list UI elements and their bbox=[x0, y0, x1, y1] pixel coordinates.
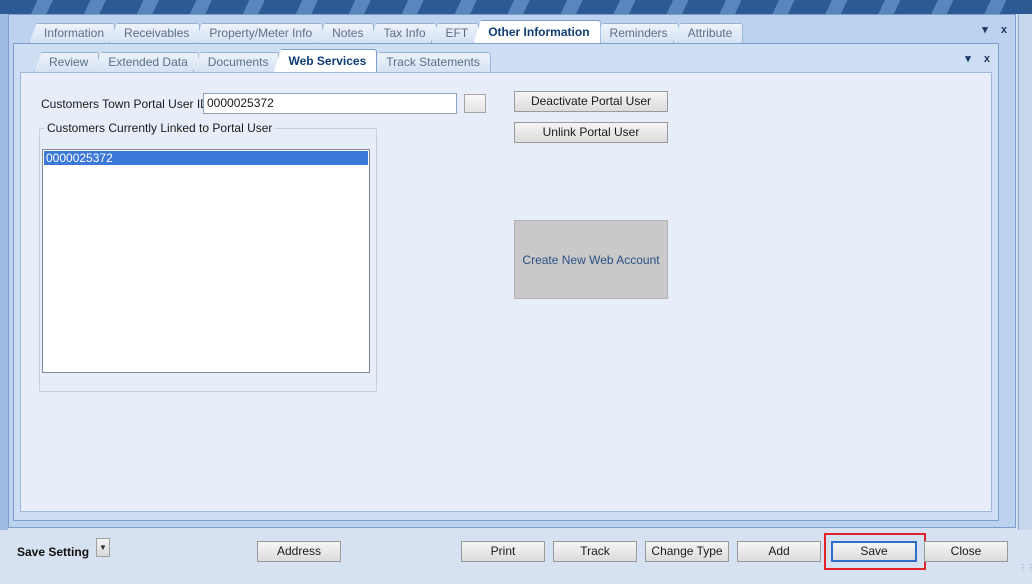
unlink-portal-user-button[interactable]: Unlink Portal User bbox=[514, 122, 668, 143]
tab-attribute[interactable]: Attribute bbox=[672, 23, 744, 43]
address-button[interactable]: Address bbox=[257, 541, 341, 562]
other-information-panel: Review Extended Data Documents Web Servi… bbox=[13, 43, 999, 521]
inner-tab-strip: Review Extended Data Documents Web Servi… bbox=[34, 49, 491, 72]
tab-eft[interactable]: EFT bbox=[430, 23, 480, 43]
linked-users-list[interactable]: 0000025372 bbox=[42, 149, 370, 373]
print-button[interactable]: Print bbox=[461, 541, 545, 562]
outer-panel-controls: ▾ x bbox=[972, 23, 1007, 36]
inner-tab-list-dropdown-icon[interactable]: ▾ bbox=[965, 53, 971, 65]
close-tab-icon[interactable]: x bbox=[1001, 24, 1007, 36]
portal-user-id-label: Customers Town Portal User ID: bbox=[41, 97, 213, 111]
inner-panel-controls: ▾ x bbox=[955, 52, 990, 65]
tab-track-statements[interactable]: Track Statements bbox=[371, 52, 491, 72]
resize-grip-icon[interactable]: ⋮⋮ bbox=[1019, 564, 1032, 580]
customer-detail-panel: Information Receivables Property/Meter I… bbox=[8, 14, 1016, 528]
inner-close-tab-icon[interactable]: x bbox=[984, 53, 990, 65]
window-right-frame bbox=[1018, 14, 1032, 530]
tab-reminders[interactable]: Reminders bbox=[594, 23, 679, 43]
portal-user-id-input[interactable]: 0000025372 bbox=[203, 93, 457, 114]
save-setting-dropdown-icon[interactable]: ▼ bbox=[96, 538, 110, 557]
tab-review[interactable]: Review bbox=[34, 52, 100, 72]
save-button[interactable]: Save bbox=[831, 541, 917, 562]
tab-tax-info[interactable]: Tax Info bbox=[368, 23, 437, 43]
tab-documents[interactable]: Documents bbox=[192, 52, 280, 72]
tab-list-dropdown-icon[interactable]: ▾ bbox=[982, 24, 988, 36]
track-button[interactable]: Track bbox=[553, 541, 637, 562]
portal-lookup-button[interactable] bbox=[464, 94, 486, 113]
title-decoration-strip bbox=[0, 0, 1032, 14]
outer-tab-strip: Information Receivables Property/Meter I… bbox=[29, 20, 744, 43]
tab-other-information[interactable]: Other Information bbox=[473, 20, 601, 43]
bottom-toolbar: Save Setting ▼ Address Print Track Chang… bbox=[0, 530, 1032, 584]
linked-users-group-title: Customers Currently Linked to Portal Use… bbox=[44, 121, 276, 135]
tab-notes[interactable]: Notes bbox=[317, 23, 375, 43]
create-web-account-button[interactable]: Create New Web Account bbox=[514, 220, 668, 299]
tab-web-services[interactable]: Web Services bbox=[273, 49, 378, 72]
window-left-frame bbox=[0, 14, 8, 530]
tab-receivables[interactable]: Receivables bbox=[109, 23, 201, 43]
tab-property-meter-info[interactable]: Property/Meter Info bbox=[194, 23, 324, 43]
close-button[interactable]: Close bbox=[924, 541, 1008, 562]
save-setting-label: Save Setting bbox=[17, 545, 90, 559]
change-type-button[interactable]: Change Type bbox=[645, 541, 729, 562]
tab-information[interactable]: Information bbox=[29, 23, 116, 43]
add-button[interactable]: Add bbox=[737, 541, 821, 562]
list-item[interactable]: 0000025372 bbox=[44, 151, 368, 165]
tab-extended-data[interactable]: Extended Data bbox=[93, 52, 199, 72]
deactivate-portal-user-button[interactable]: Deactivate Portal User bbox=[514, 91, 668, 112]
web-services-content: Customers Town Portal User ID: 000002537… bbox=[20, 72, 992, 512]
